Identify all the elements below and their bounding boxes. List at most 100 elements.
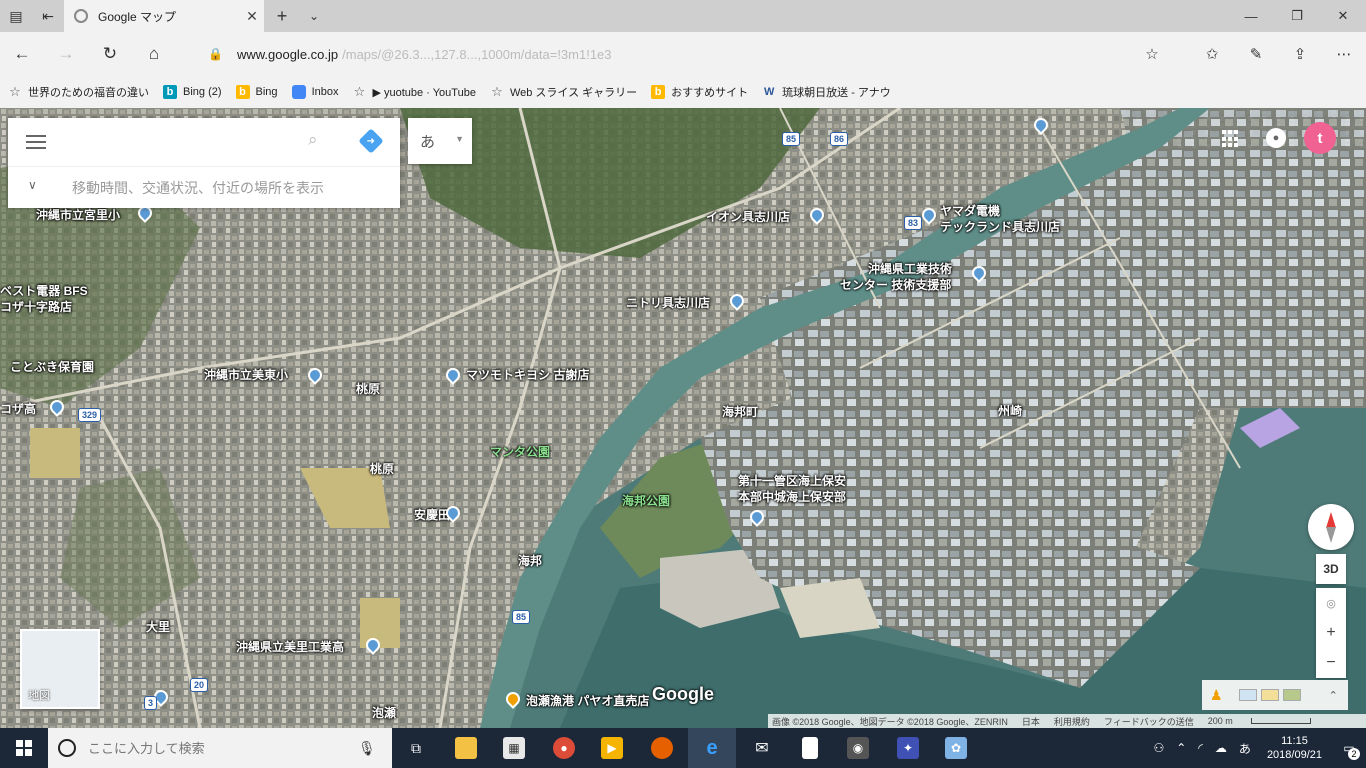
back-button[interactable]: ← — [0, 38, 44, 70]
paint-icon: ✦ — [897, 737, 919, 759]
zoom-in-button[interactable]: + — [1316, 618, 1346, 648]
store-icon: ▦ — [503, 737, 525, 759]
favorite-item[interactable]: W 琉球朝日放送 - アナウ — [762, 84, 891, 100]
tab-title: Google マップ — [98, 9, 177, 24]
tab-google-maps[interactable]: Google マップ ✕ — [64, 0, 264, 32]
feedback-link[interactable]: フィードバックの送信 — [1104, 715, 1194, 728]
close-window-button[interactable]: ✕ — [1320, 0, 1366, 32]
my-location-icon[interactable]: ◎ — [1316, 588, 1346, 618]
star-icon: ☆ — [353, 84, 366, 99]
task-view-icon: ⧉ — [411, 739, 421, 756]
favorite-item[interactable]: Inbox — [291, 85, 338, 99]
home-button[interactable]: ⌂ — [132, 38, 176, 70]
taskbar-app-paint[interactable]: ✦ — [884, 728, 932, 768]
map-label: ことぶき保育園 — [10, 360, 95, 374]
tab-preview-chevron-icon[interactable]: ⌄ — [298, 0, 330, 32]
favorites-hub-icon[interactable]: ✩ — [1190, 38, 1234, 70]
taskbar-app-misc[interactable]: ✿ — [932, 728, 980, 768]
map-label: 海邦 — [518, 554, 543, 568]
star-icon: ☆ — [491, 84, 503, 99]
account-avatar[interactable]: t — [1304, 122, 1336, 154]
inbox-icon — [291, 85, 306, 99]
favorite-item[interactable]: b Bing — [235, 85, 278, 99]
route-shield: 20 — [190, 678, 209, 692]
compass-south-icon — [1326, 527, 1336, 543]
clock[interactable]: 11:15 2018/09/21 — [1267, 734, 1322, 762]
ime-indicator[interactable]: あ — [1239, 740, 1251, 757]
toggle-3d-button[interactable]: 3D — [1316, 554, 1346, 584]
imagery-thumbnail[interactable] — [1238, 689, 1257, 701]
refresh-button[interactable]: ↻ — [88, 38, 132, 70]
ime-mode-selector[interactable]: あ ▼ — [408, 118, 472, 164]
word-w-icon: W — [763, 86, 775, 98]
minimize-button[interactable]: — — [1228, 0, 1274, 32]
wifi-icon[interactable]: ◜ — [1198, 741, 1203, 755]
favorite-label: ▶ yuotube · YouTube — [372, 86, 476, 99]
zoom-out-button[interactable]: − — [1316, 648, 1346, 678]
favorite-item[interactable]: b おすすめサイト — [651, 84, 748, 100]
country-link[interactable]: 日本 — [1022, 715, 1040, 728]
close-tab-icon[interactable]: ✕ — [240, 8, 264, 25]
restore-button[interactable]: ❐ — [1274, 0, 1320, 32]
share-icon[interactable]: ⇪ — [1278, 38, 1322, 70]
pegman-icon[interactable]: ♟ — [1210, 687, 1223, 704]
notifications-icon[interactable]: ● — [1266, 128, 1286, 148]
taskbar-search-box[interactable]: 🎙 — [48, 728, 392, 768]
taskbar-app-edge[interactable]: e — [688, 728, 736, 768]
taskbar-app-mail[interactable]: ✉ — [738, 728, 786, 768]
imagery-thumbnail[interactable] — [1282, 689, 1301, 701]
action-center-button[interactable]: ▭ 2 — [1332, 728, 1366, 768]
new-tab-button[interactable]: + — [266, 0, 298, 32]
set-tabs-aside-icon[interactable]: ⇤ — [32, 0, 64, 32]
dropdown-arrow-icon: ▼ — [455, 134, 464, 144]
more-icon[interactable]: ⋯ — [1322, 38, 1366, 70]
lock-icon: 🔒 — [208, 47, 223, 61]
chevron-up-icon[interactable]: ⌃ — [1329, 689, 1338, 702]
favorite-label: Bing — [255, 86, 278, 98]
hamburger-menu-icon[interactable] — [26, 132, 46, 152]
taskbar-app-document[interactable] — [786, 728, 834, 768]
start-button[interactable] — [0, 728, 48, 768]
taskbar-app-photo[interactable]: ◉ — [834, 728, 882, 768]
favorite-item[interactable]: ☆ 世界のための福音の違い — [8, 84, 149, 100]
traffic-info-link[interactable]: 移動時間、交通状況、付近の場所を表示 — [72, 178, 324, 198]
chevron-down-icon[interactable]: ∨ — [28, 178, 37, 192]
microphone-icon[interactable]: 🎙 — [358, 740, 376, 757]
map-canvas[interactable]: 沖縄市立宮里小 イオン具志川店 ヤマダ電機 テックランド具志川店 沖縄県工業技術… — [0, 108, 1366, 728]
imagery-thumbnail[interactable] — [1260, 689, 1279, 701]
document-icon — [802, 737, 818, 759]
taskbar-app-chrome[interactable]: ● — [540, 728, 588, 768]
search-icon[interactable]: ⌕ — [308, 130, 318, 150]
taskbar-app-explorer[interactable] — [442, 728, 490, 768]
scale-label[interactable]: 200 m — [1208, 716, 1233, 726]
map-type-toggle[interactable]: 地図 — [20, 629, 100, 709]
forward-button[interactable]: → — [44, 38, 88, 70]
ime-mode-label: あ — [420, 133, 436, 151]
taskbar-app-firefox[interactable] — [638, 728, 686, 768]
taskbar-search-input[interactable] — [88, 740, 358, 756]
google-apps-icon[interactable] — [1222, 130, 1240, 148]
tab-actions-icon[interactable]: ▤ — [0, 0, 32, 32]
directions-icon[interactable]: ➜ — [358, 128, 384, 154]
edge-icon: e — [706, 736, 718, 759]
task-view-button[interactable]: ⧉ — [392, 728, 440, 768]
favorite-star-icon[interactable]: ☆ — [1130, 38, 1174, 70]
url-field[interactable]: 🔒 www.google.co.jp /maps/@26.3...,127.8.… — [196, 38, 1126, 70]
favorite-item[interactable]: ☆ ▶ yuotube · YouTube — [352, 84, 476, 99]
terms-link[interactable]: 利用規約 — [1054, 715, 1090, 728]
system-tray: ⚇ ⌃ ◜ ☁ あ 11:15 2018/09/21 ▭ 2 — [1147, 728, 1366, 768]
chevron-up-icon[interactable]: ⌃ — [1176, 741, 1186, 755]
taskbar-app-media[interactable]: ▶ — [588, 728, 636, 768]
people-icon[interactable]: ⚇ — [1153, 741, 1164, 755]
compass-button[interactable] — [1308, 504, 1354, 550]
favorite-item[interactable]: b Bing (2) — [163, 85, 222, 99]
web-note-icon[interactable]: ✎ — [1234, 38, 1278, 70]
search-input[interactable] — [64, 128, 294, 156]
compass-north-icon — [1326, 512, 1336, 528]
google-logo: Google — [652, 684, 714, 704]
onedrive-icon[interactable]: ☁ — [1215, 741, 1227, 755]
favorite-item[interactable]: ☆ Web スライス ギャラリー — [490, 84, 637, 100]
taskbar-app-store[interactable]: ▦ — [490, 728, 538, 768]
map-label: 本部中城海上保安部 — [738, 490, 847, 504]
favorite-label: おすすめサイト — [671, 87, 749, 99]
